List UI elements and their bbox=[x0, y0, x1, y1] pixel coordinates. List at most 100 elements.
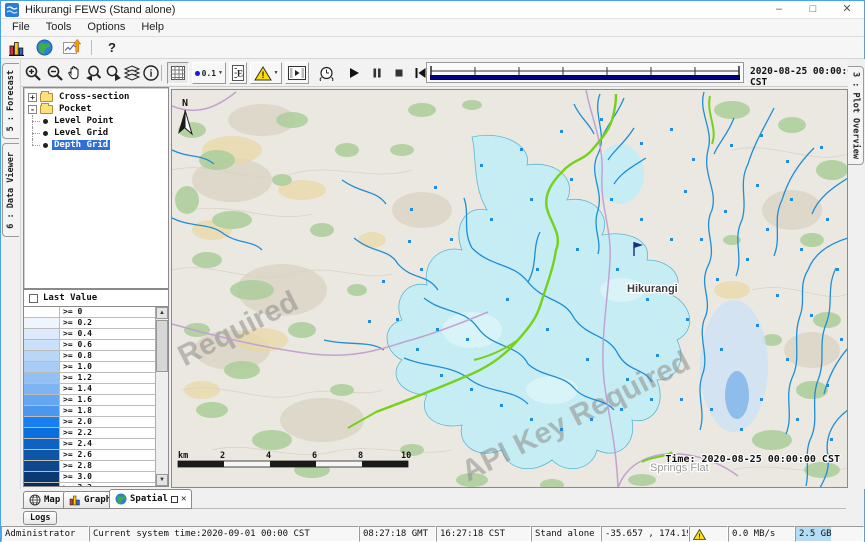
legend-row[interactable]: >= 1.4 bbox=[24, 384, 168, 395]
tab-close-icon[interactable]: ✕ bbox=[181, 495, 186, 504]
legend-list: >= 0>= 0.2>= 0.4>= 0.6>= 0.8>= 1.0>= 1.2… bbox=[23, 307, 169, 487]
tree-expander-icon[interactable]: + bbox=[28, 93, 37, 102]
tab-forecast[interactable]: 5 : Forecast bbox=[2, 63, 19, 139]
tab-spatial[interactable]: Spatial ✕ bbox=[109, 489, 192, 509]
minimize-button[interactable]: – bbox=[762, 1, 796, 18]
scrollbar-thumb[interactable] bbox=[156, 320, 168, 372]
zoom-in-icon[interactable] bbox=[23, 63, 43, 83]
tree-item-label[interactable]: Level Grid bbox=[52, 128, 110, 138]
tree-view: + Cross-section - Pocket Level Point Level Gr… bbox=[23, 87, 169, 289]
legend-value-label: >= 2.2 bbox=[60, 428, 168, 438]
legend-row[interactable]: >= 2.8 bbox=[24, 461, 168, 472]
legend-row[interactable]: >= 2.0 bbox=[24, 417, 168, 428]
legend-value-label: >= 1.4 bbox=[60, 384, 168, 394]
legend-row[interactable]: >= 2.2 bbox=[24, 428, 168, 439]
tree-item-pocket[interactable]: - Pocket bbox=[24, 103, 168, 115]
globe-icon[interactable] bbox=[36, 39, 53, 56]
zoom-out-icon[interactable] bbox=[45, 63, 65, 83]
info-icon[interactable]: i bbox=[141, 63, 161, 83]
tab-plot-overview[interactable]: 3 : Plot Overview bbox=[848, 66, 864, 165]
status-memory: 2.5 GB bbox=[795, 526, 864, 542]
left-tab-strip: 5 : Forecast 6 : Data Viewer bbox=[1, 59, 21, 489]
tree-item-level-grid[interactable]: Level Grid bbox=[24, 127, 168, 139]
animation-clock-icon[interactable] bbox=[316, 63, 336, 83]
status-warning-cell[interactable]: ! bbox=[689, 526, 728, 542]
warning-thresholds-dropdown[interactable]: !▼ bbox=[250, 62, 282, 84]
legend-row[interactable]: >= 2.6 bbox=[24, 450, 168, 461]
legend-color-swatch bbox=[24, 395, 60, 405]
legend-color-swatch bbox=[24, 384, 60, 394]
map-toolbar: i 0.1▼ E !▼ 2020-08-25 00:00:00 CST bbox=[1, 59, 864, 87]
animation-movie-button[interactable] bbox=[285, 62, 309, 84]
layers-icon[interactable] bbox=[122, 63, 142, 83]
last-value-label: Last Value bbox=[43, 293, 97, 303]
menu-item-tools[interactable]: Tools bbox=[38, 19, 80, 36]
tree-item-label[interactable]: Pocket bbox=[57, 104, 94, 114]
status-local-time: 16:27:18 CST bbox=[436, 526, 531, 542]
tree-item-depth-grid[interactable]: Depth Grid bbox=[24, 139, 168, 151]
legend-scrollbar[interactable]: ▲ ▼ bbox=[155, 307, 168, 486]
svg-text:i: i bbox=[150, 69, 153, 80]
last-value-checkbox[interactable] bbox=[29, 294, 38, 303]
svg-text:E: E bbox=[237, 69, 243, 79]
legend-row[interactable]: >= 1.8 bbox=[24, 406, 168, 417]
scroll-up-icon[interactable]: ▲ bbox=[156, 307, 168, 319]
menu-item-options[interactable]: Options bbox=[79, 19, 133, 36]
play-button[interactable] bbox=[344, 63, 364, 83]
tree-item-label[interactable]: Level Point bbox=[52, 116, 116, 126]
map-svg[interactable]: API Key Required API Key Required bbox=[172, 90, 848, 488]
pause-button[interactable] bbox=[367, 63, 387, 83]
legend-row[interactable]: >= 1.2 bbox=[24, 373, 168, 384]
legend-color-swatch bbox=[24, 406, 60, 416]
stop-button[interactable] bbox=[389, 63, 409, 83]
tree-item-label[interactable]: Depth Grid bbox=[52, 140, 110, 150]
status-mode: Stand alone bbox=[531, 526, 601, 542]
right-tab-strip: 3 : Plot Overview bbox=[848, 59, 865, 489]
maximize-button[interactable]: □ bbox=[796, 1, 830, 18]
legend-row[interactable]: >= 0.4 bbox=[24, 329, 168, 340]
legend-color-swatch bbox=[24, 351, 60, 361]
grid-scale-dropdown[interactable]: 0.1▼ bbox=[192, 62, 226, 84]
map-canvas[interactable]: API Key Required API Key Required bbox=[171, 89, 848, 488]
legend-row[interactable]: >= 0.2 bbox=[24, 318, 168, 329]
scroll-down-icon[interactable]: ▼ bbox=[156, 474, 168, 486]
menu-item-file[interactable]: File bbox=[4, 19, 38, 36]
legend-row[interactable]: >= 3.0 bbox=[24, 472, 168, 483]
logs-button[interactable]: Logs bbox=[23, 511, 57, 525]
legend-row[interactable]: >= 3.2 bbox=[24, 483, 168, 487]
legend-value-label: >= 1.6 bbox=[60, 395, 168, 405]
tab-map[interactable]: Map bbox=[23, 491, 66, 509]
legend-row[interactable]: >= 1.6 bbox=[24, 395, 168, 406]
tree-item-level-point[interactable]: Level Point bbox=[24, 115, 168, 127]
wire-globe-icon bbox=[29, 494, 41, 506]
legend-row[interactable]: >= 0.6 bbox=[24, 340, 168, 351]
legend-row[interactable]: >= 0 bbox=[24, 307, 168, 318]
legend-color-swatch bbox=[24, 307, 60, 317]
database-bars-icon[interactable] bbox=[9, 40, 26, 56]
help-button[interactable]: ? bbox=[102, 40, 122, 55]
legend-row[interactable]: >= 2.4 bbox=[24, 439, 168, 450]
chart-display-icon[interactable] bbox=[63, 39, 81, 56]
tree-item-label[interactable]: Cross-section bbox=[57, 92, 131, 102]
legend-row[interactable]: >= 0.8 bbox=[24, 351, 168, 362]
svg-text:N: N bbox=[182, 98, 188, 109]
label-editor-button[interactable]: E bbox=[229, 62, 247, 84]
menu-item-help[interactable]: Help bbox=[133, 19, 172, 36]
tree-expander-icon[interactable]: - bbox=[28, 105, 37, 114]
svg-text:km: km bbox=[178, 451, 188, 461]
svg-text:!: ! bbox=[697, 533, 701, 541]
tab-data-viewer[interactable]: 6 : Data Viewer bbox=[2, 143, 19, 237]
tab-restore-icon[interactable] bbox=[171, 496, 178, 503]
pan-hand-icon[interactable] bbox=[64, 63, 84, 83]
legend-value-label: >= 0.6 bbox=[60, 340, 168, 350]
close-button[interactable]: ✕ bbox=[830, 1, 864, 18]
legend-color-swatch bbox=[24, 428, 60, 438]
main-toolbar: ? bbox=[1, 37, 864, 59]
zoom-previous-icon[interactable] bbox=[84, 63, 104, 83]
svg-text:!: ! bbox=[261, 70, 264, 80]
legend-row[interactable]: >= 1.0 bbox=[24, 362, 168, 373]
timeline-slider[interactable] bbox=[426, 62, 744, 83]
grid-toggle-button[interactable] bbox=[167, 62, 189, 84]
zoom-next-icon[interactable] bbox=[103, 63, 123, 83]
tree-item-cross-section[interactable]: + Cross-section bbox=[24, 91, 168, 103]
